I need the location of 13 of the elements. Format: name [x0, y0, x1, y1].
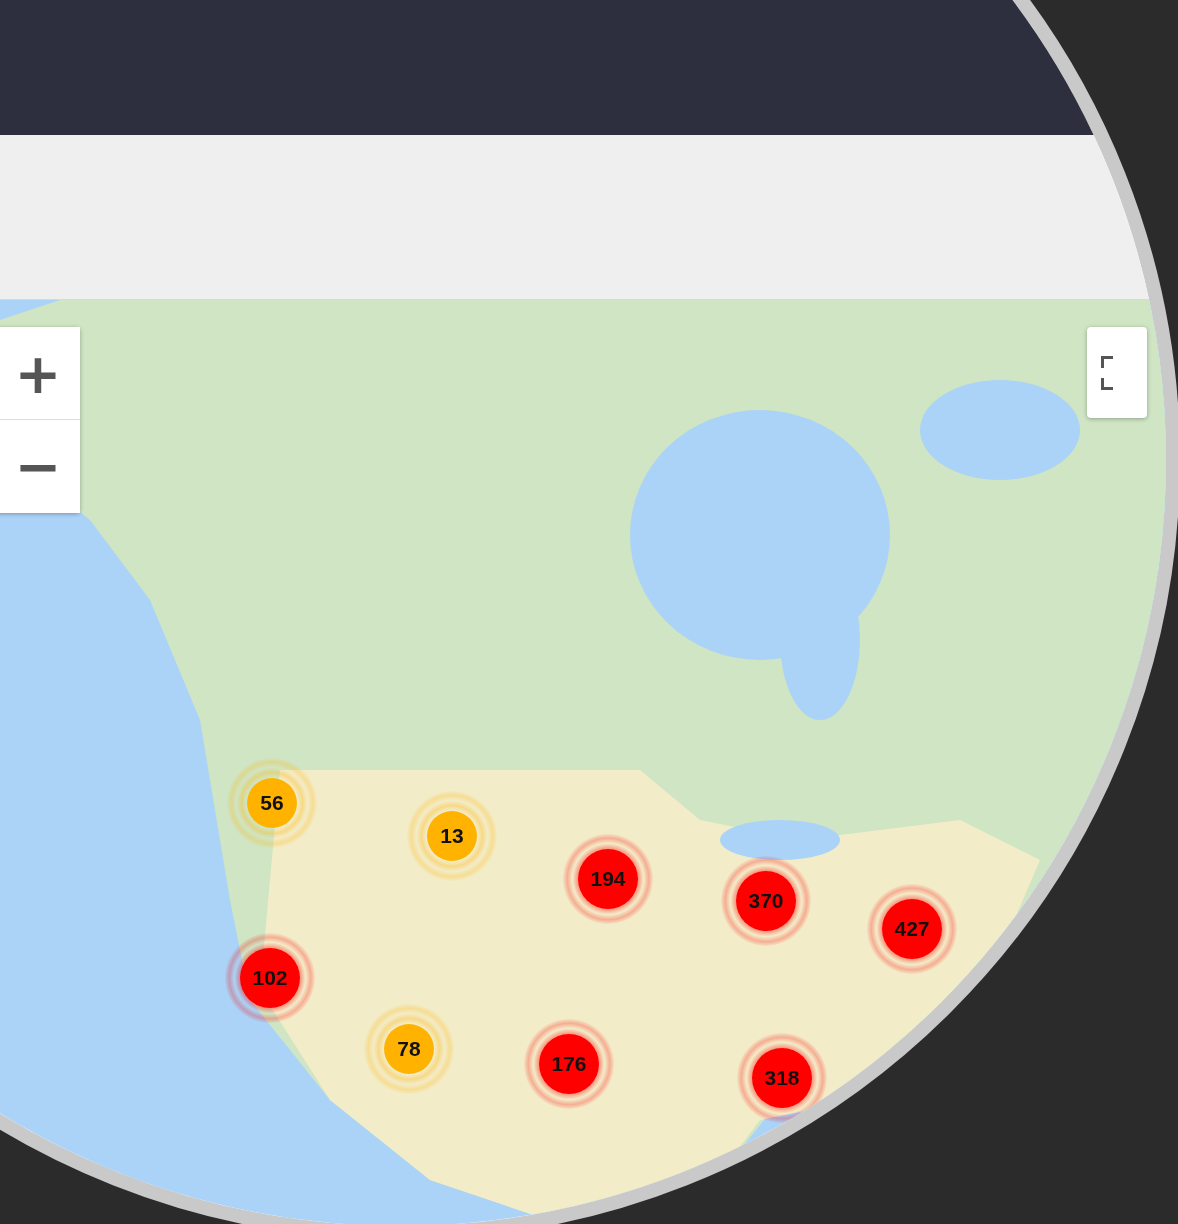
cluster-marker[interactable]: 176: [524, 1019, 614, 1109]
cluster-marker[interactable]: 102: [225, 933, 315, 1023]
cluster-marker[interactable]: 318: [737, 1033, 827, 1123]
zoom-out-button[interactable]: −: [0, 420, 80, 513]
zoom-in-button[interactable]: +: [0, 327, 80, 420]
cluster-marker[interactable]: 56: [227, 758, 317, 848]
fullscreen-button[interactable]: [1087, 327, 1147, 418]
cluster-marker[interactable]: 13: [407, 791, 497, 881]
cluster-marker[interactable]: 194: [563, 834, 653, 924]
fullscreen-icon: [1101, 355, 1113, 390]
cluster-marker[interactable]: 78: [364, 1004, 454, 1094]
cluster-marker[interactable]: 427: [867, 884, 957, 974]
cluster-marker[interactable]: 370: [721, 856, 811, 946]
